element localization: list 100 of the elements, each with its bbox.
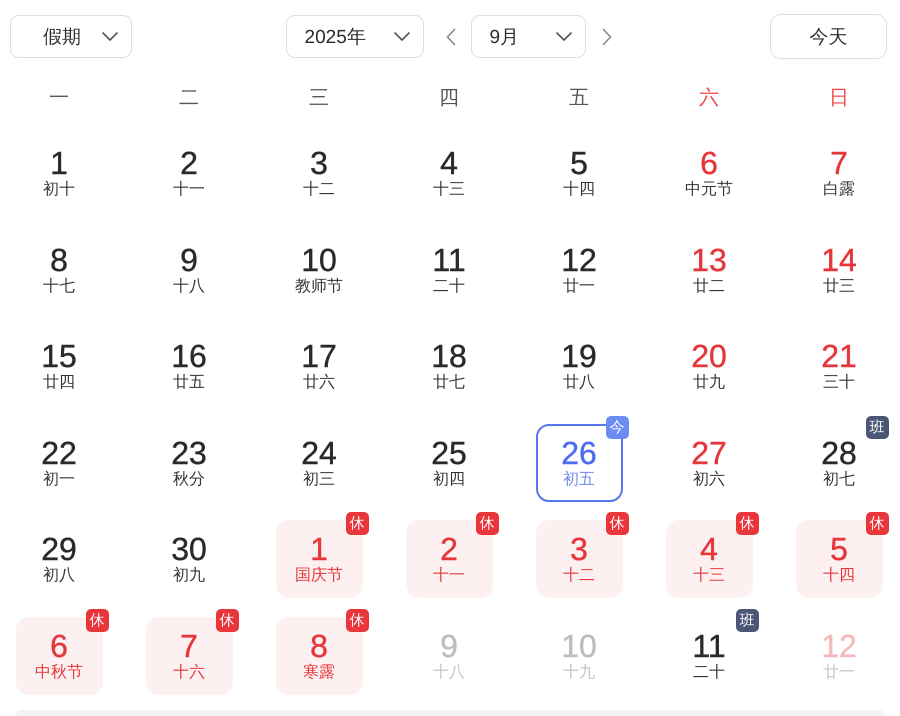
day-cell[interactable]: 9 十八 bbox=[173, 242, 205, 296]
lunar-date: 初八 bbox=[43, 566, 75, 586]
lunar-date: 十九 bbox=[563, 662, 595, 682]
lunar-date: 寒露 bbox=[303, 662, 335, 682]
day-cell[interactable]: 30 初九 bbox=[171, 532, 207, 586]
lunar-date: 初五 bbox=[563, 470, 595, 490]
day-number: 2 bbox=[180, 146, 198, 180]
lunar-date: 二十 bbox=[693, 662, 725, 682]
lunar-date: 十七 bbox=[43, 276, 75, 296]
day-cell[interactable]: 15 廿四 bbox=[41, 339, 77, 393]
day-number: 5 bbox=[570, 146, 588, 180]
workday-badge: 班 bbox=[736, 608, 758, 632]
day-cell[interactable]: 7 白露 bbox=[823, 146, 855, 200]
lunar-date: 白露 bbox=[823, 180, 855, 200]
day-number: 22 bbox=[41, 436, 77, 470]
day-cell[interactable]: 8 十七 bbox=[43, 242, 75, 296]
chevron-right-icon[interactable] bbox=[602, 28, 612, 46]
day-cell[interactable]: 24 初三 bbox=[301, 436, 337, 490]
day-cell[interactable]: 23 秋分 bbox=[171, 436, 207, 490]
day-number: 4 bbox=[440, 146, 458, 180]
day-number: 9 bbox=[180, 242, 198, 276]
lunar-date: 初四 bbox=[433, 470, 465, 490]
day-cell[interactable]: 5 十四 bbox=[563, 146, 595, 200]
year-select[interactable]: 2025年 bbox=[286, 15, 424, 58]
rest-day-badge: 休 bbox=[866, 512, 888, 535]
day-cell[interactable]: 10 教师节 bbox=[295, 242, 343, 296]
day-number: 10 bbox=[301, 242, 337, 276]
lunar-date: 二十 bbox=[433, 276, 465, 296]
day-number: 5 bbox=[830, 532, 848, 566]
rest-day-badge: 休 bbox=[476, 512, 498, 535]
day-number: 25 bbox=[431, 436, 467, 470]
lunar-date: 十六 bbox=[173, 662, 205, 682]
day-cell[interactable]: 28 初七 bbox=[821, 436, 857, 490]
caret-down-icon bbox=[102, 32, 118, 41]
day-cell[interactable]: 4 十三 bbox=[433, 146, 465, 200]
day-cell[interactable]: 16 廿五 bbox=[171, 339, 207, 393]
caret-down-icon bbox=[556, 32, 572, 41]
day-number: 23 bbox=[171, 436, 207, 470]
weekday-label: 四 bbox=[439, 86, 459, 110]
weekday-label: 日 bbox=[829, 86, 849, 110]
day-number: 4 bbox=[700, 532, 718, 566]
lunar-date: 初一 bbox=[43, 470, 75, 490]
day-number: 3 bbox=[570, 532, 588, 566]
day-cell[interactable]: 20 廿九 bbox=[691, 339, 727, 393]
day-number: 11 bbox=[432, 242, 466, 276]
lunar-date: 廿七 bbox=[433, 373, 465, 393]
rest-day-badge: 休 bbox=[346, 512, 368, 535]
day-cell[interactable]: 13 廿二 bbox=[691, 242, 727, 296]
day-number: 7 bbox=[830, 146, 848, 180]
weekday-label: 六 bbox=[699, 86, 719, 110]
lunar-date: 十一 bbox=[173, 180, 205, 200]
day-number: 6 bbox=[50, 628, 68, 662]
day-cell[interactable]: 27 初六 bbox=[691, 436, 727, 490]
lunar-date: 廿九 bbox=[693, 373, 725, 393]
day-number: 29 bbox=[41, 532, 77, 566]
lunar-date: 国庆节 bbox=[295, 566, 343, 586]
day-number: 11 bbox=[692, 628, 726, 662]
today-button[interactable]: 今天 bbox=[770, 14, 887, 59]
day-number: 12 bbox=[561, 242, 597, 276]
holiday-select[interactable]: 假期 bbox=[10, 15, 132, 58]
day-number: 7 bbox=[180, 628, 198, 662]
day-cell[interactable]: 19 廿八 bbox=[561, 339, 597, 393]
day-cell[interactable]: 1 初十 bbox=[43, 146, 75, 200]
day-cell[interactable]: 2 十一 bbox=[173, 146, 205, 200]
lunar-date: 廿四 bbox=[43, 373, 75, 393]
chevron-left-icon[interactable] bbox=[446, 28, 456, 46]
day-number: 15 bbox=[41, 339, 77, 373]
rest-day-badge: 休 bbox=[346, 608, 368, 632]
day-cell[interactable]: 22 初一 bbox=[41, 436, 77, 490]
lunar-date: 教师节 bbox=[295, 276, 343, 296]
caret-down-icon bbox=[394, 32, 410, 41]
lunar-date: 廿一 bbox=[563, 276, 595, 296]
rest-day-badge: 休 bbox=[86, 608, 108, 632]
rest-day-badge: 休 bbox=[216, 608, 238, 632]
day-number: 21 bbox=[821, 339, 857, 373]
day-number: 6 bbox=[700, 146, 718, 180]
month-select[interactable]: 9月 bbox=[470, 15, 586, 58]
rest-day-badge: 休 bbox=[736, 512, 758, 535]
day-cell[interactable]: 11 二十 bbox=[692, 628, 726, 682]
lunar-date: 中秋节 bbox=[35, 662, 83, 682]
day-cell[interactable]: 6 中元节 bbox=[685, 146, 733, 200]
lunar-date: 初七 bbox=[823, 470, 855, 490]
day-cell[interactable]: 12 廿一 bbox=[561, 242, 597, 296]
day-number: 17 bbox=[301, 339, 337, 373]
lunar-date: 廿三 bbox=[823, 276, 855, 296]
day-cell[interactable]: 21 三十 bbox=[821, 339, 857, 393]
day-number: 3 bbox=[310, 146, 328, 180]
day-cell[interactable]: 11 二十 bbox=[432, 242, 466, 296]
day-cell[interactable]: 29 初八 bbox=[41, 532, 77, 586]
day-cell[interactable]: 3 十二 bbox=[303, 146, 335, 200]
day-cell[interactable]: 14 廿三 bbox=[821, 242, 857, 296]
lunar-date: 十三 bbox=[693, 566, 725, 586]
lunar-date: 十二 bbox=[303, 180, 335, 200]
day-cell[interactable]: 25 初四 bbox=[431, 436, 467, 490]
day-cell[interactable]: 17 廿六 bbox=[301, 339, 337, 393]
lunar-date: 廿六 bbox=[303, 373, 335, 393]
lunar-date: 十八 bbox=[433, 662, 465, 682]
day-cell[interactable]: 18 廿七 bbox=[431, 339, 467, 393]
lunar-date: 初十 bbox=[43, 180, 75, 200]
day-number: 18 bbox=[431, 339, 467, 373]
